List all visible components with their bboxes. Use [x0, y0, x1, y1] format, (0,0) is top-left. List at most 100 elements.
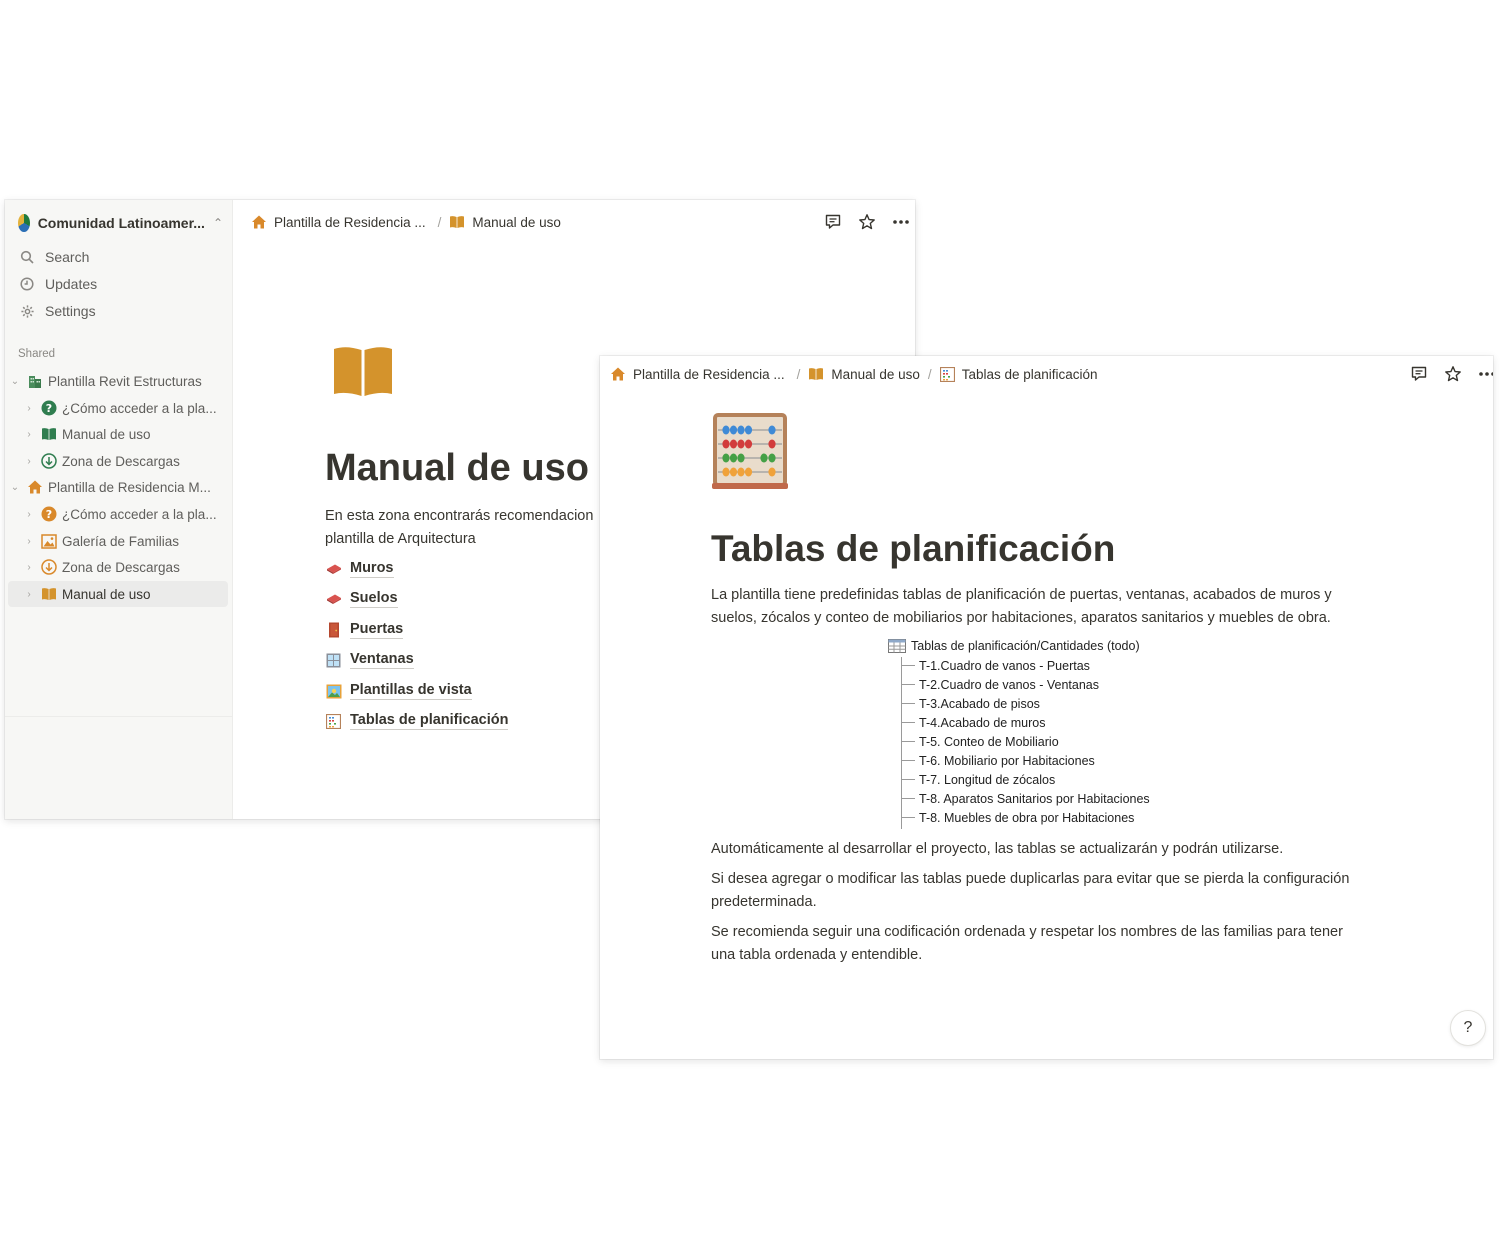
- tree-item-label: Zona de Descargas: [62, 453, 180, 469]
- page-intro-line-2: plantilla de Arquitectura: [325, 531, 476, 547]
- more-icon[interactable]: [1477, 364, 1493, 384]
- chevron-updown-icon[interactable]: ⌃: [213, 216, 223, 230]
- breadcrumb-item[interactable]: Tablas de planificación: [939, 366, 1098, 382]
- link-label: Ventanas: [350, 651, 414, 669]
- link-plantillas-de-vista[interactable]: Plantillas de vista: [325, 679, 472, 703]
- link-label: Puertas: [350, 621, 404, 639]
- door-icon: [325, 622, 342, 639]
- more-icon[interactable]: [891, 212, 911, 232]
- chevron-down-icon[interactable]: ⌄: [8, 376, 22, 387]
- page-title: Tablas de planificación: [711, 528, 1116, 569]
- chevron-right-icon[interactable]: ›: [22, 589, 36, 600]
- schedule-label: T-7. Longitud de zócalos: [919, 772, 1056, 787]
- svg-text:?: ?: [46, 402, 52, 415]
- link-ventanas[interactable]: Ventanas: [325, 648, 414, 672]
- link-tablas-de-planificacion[interactable]: Tablas de planificación: [325, 709, 509, 733]
- breadcrumb-item[interactable]: Plantilla de Residencia ...: [251, 214, 426, 230]
- house-icon: [611, 367, 625, 381]
- comment-icon[interactable]: [1409, 364, 1429, 384]
- comment-icon[interactable]: [823, 212, 843, 232]
- workspace-name: Comunidad Latinoamer...: [37, 215, 205, 231]
- workspace-switcher[interactable]: Comunidad Latinoamer... ⌃: [18, 212, 223, 234]
- link-muros[interactable]: Muros: [325, 557, 394, 581]
- chevron-right-icon[interactable]: ›: [22, 536, 36, 547]
- table-icon: [888, 639, 906, 653]
- book-icon: [40, 425, 58, 443]
- schedule-item: T-8. Muebles de obra por Habitaciones: [901, 808, 1134, 827]
- link-puertas[interactable]: Puertas: [325, 618, 404, 642]
- chevron-right-icon[interactable]: ›: [22, 403, 36, 414]
- tree-item-manual-de-uso-selected[interactable]: › Manual de uso: [8, 581, 228, 607]
- brick-icon: [325, 561, 342, 578]
- chevron-right-icon[interactable]: ›: [22, 456, 36, 467]
- star-icon[interactable]: [857, 212, 877, 232]
- sidebar-divider: [5, 716, 232, 717]
- sidebar-updates[interactable]: Updates: [19, 273, 97, 295]
- schedule-item: T-2.Cuadro de vanos - Ventanas: [901, 675, 1099, 694]
- tree-item-manual-de-uso[interactable]: › Manual de uso: [8, 421, 228, 447]
- paragraph-1-line-2: suelos, zócalos y conteo de mobiliarios …: [711, 610, 1331, 626]
- tree-item-como-acceder[interactable]: › ? ¿Cómo acceder a la pla...: [8, 395, 228, 421]
- abacus-icon: [325, 713, 342, 730]
- picture-icon: [40, 532, 58, 550]
- schedule-item: T-4.Acabado de muros: [901, 713, 1045, 732]
- sidebar-settings[interactable]: Settings: [19, 300, 96, 322]
- chevron-down-icon[interactable]: ⌄: [8, 482, 22, 493]
- tree-item-galeria-familias[interactable]: › Galería de Familias: [8, 528, 228, 554]
- book-icon: [40, 585, 58, 603]
- tree-item-plantilla-revit-estructuras[interactable]: ⌄ Plantilla Revit Estructuras: [8, 368, 228, 394]
- topbar-actions: [823, 200, 911, 244]
- chevron-right-icon[interactable]: ›: [22, 429, 36, 440]
- link-label: Tablas de planificación: [350, 712, 509, 730]
- tree-item-label: Manual de uso: [62, 426, 151, 442]
- chevron-right-icon[interactable]: ›: [22, 562, 36, 573]
- schedule-label: T-5. Conteo de Mobiliario: [919, 734, 1059, 749]
- tree-item-como-acceder-2[interactable]: › ? ¿Cómo acceder a la pla...: [8, 501, 228, 527]
- house-icon: [26, 478, 44, 496]
- schedule-label: T-6. Mobiliario por Habitaciones: [919, 753, 1095, 768]
- house-icon: [252, 215, 266, 229]
- breadcrumb-separator: /: [796, 366, 801, 382]
- tree-item-plantilla-residencia[interactable]: ⌄ Plantilla de Residencia M...: [8, 474, 228, 500]
- sidebar-search[interactable]: Search: [19, 246, 89, 268]
- tree-item-zona-descargas-2[interactable]: › Zona de Descargas: [8, 554, 228, 580]
- building-icon: [26, 372, 44, 390]
- tree-item-label: ¿Cómo acceder a la pla...: [62, 506, 217, 522]
- breadcrumb-separator: /: [437, 214, 442, 230]
- breadcrumb-label: Tablas de planificación: [961, 366, 1098, 382]
- breadcrumb-item[interactable]: Manual de uso: [449, 215, 561, 230]
- schedule-label: T-3.Acabado de pisos: [919, 696, 1040, 711]
- window-icon: [325, 652, 342, 669]
- paragraph-4-line-2: una tabla ordenada y entendible.: [711, 947, 923, 963]
- tree-item-label: Galería de Familias: [62, 533, 180, 549]
- schedule-label: T-1.Cuadro de vanos - Puertas: [919, 658, 1090, 673]
- paragraph-3-line-2: predeterminada.: [711, 894, 817, 910]
- tablas-window: Plantilla de Residencia ... / Manual de …: [600, 356, 1493, 1059]
- download-icon: [40, 558, 58, 576]
- breadcrumb-label: Manual de uso: [472, 214, 561, 230]
- link-label: Muros: [350, 560, 394, 578]
- schedule-item: T-1.Cuadro de vanos - Puertas: [901, 656, 1090, 675]
- schedule-item: T-8. Aparatos Sanitarios por Habitacione…: [901, 789, 1150, 808]
- workspace-logo-icon: [18, 214, 30, 232]
- tree-item-label: ¿Cómo acceder a la pla...: [62, 400, 217, 416]
- tree-item-label: Plantilla Revit Estructuras: [48, 373, 202, 389]
- breadcrumb-item[interactable]: Plantilla de Residencia ...: [610, 366, 785, 382]
- schedule-label: T-4.Acabado de muros: [919, 715, 1046, 730]
- breadcrumb-item[interactable]: Manual de uso: [808, 367, 920, 382]
- schedule-tree-image: Tablas de planificación/Cantidades (todo…: [888, 637, 1178, 829]
- svg-text:?: ?: [46, 508, 52, 521]
- page-intro-line-1: En esta zona encontrarás recomendacion: [325, 508, 594, 524]
- breadcrumb: Plantilla de Residencia ... / Manual de …: [251, 200, 561, 244]
- help-button[interactable]: ?: [1450, 1010, 1486, 1046]
- star-icon[interactable]: [1443, 364, 1463, 384]
- sidebar-updates-label: Updates: [45, 276, 98, 292]
- tree-item-zona-descargas[interactable]: › Zona de Descargas: [8, 448, 228, 474]
- download-icon: [40, 452, 58, 470]
- question-icon: ?: [40, 505, 58, 523]
- chevron-right-icon[interactable]: ›: [22, 509, 36, 520]
- link-suelos[interactable]: Suelos: [325, 587, 398, 611]
- schedule-item: T-6. Mobiliario por Habitaciones: [901, 751, 1095, 770]
- landscape-icon: [325, 683, 342, 700]
- search-icon: [19, 249, 35, 265]
